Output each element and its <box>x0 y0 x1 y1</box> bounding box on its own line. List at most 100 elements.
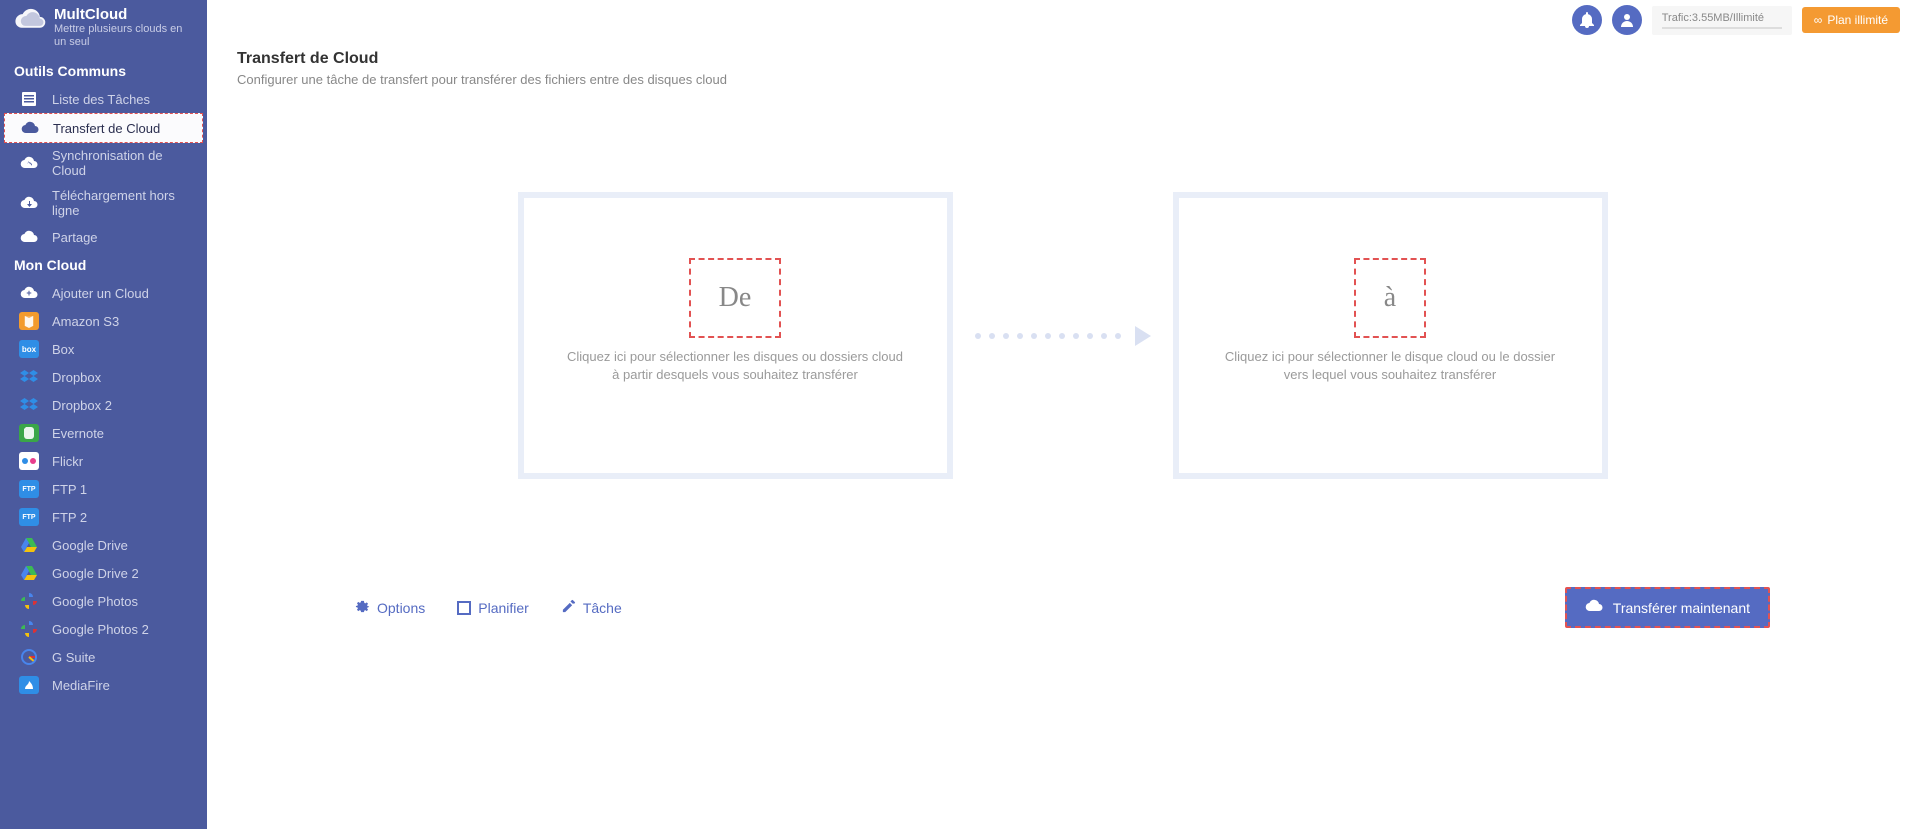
sidebar-item-label: Ajouter un Cloud <box>52 286 149 301</box>
sidebar-item-evernote[interactable]: Evernote <box>0 419 207 447</box>
sidebar-item-label: FTP 2 <box>52 510 87 525</box>
unlimited-plan-button[interactable]: ∞ Plan illimité <box>1802 7 1900 33</box>
sidebar-item-label: MediaFire <box>52 678 110 693</box>
cloud-transfer-icon <box>19 119 41 137</box>
sidebar-item-label: Evernote <box>52 426 104 441</box>
ftp-icon: FTP <box>18 480 40 498</box>
dropbox-icon <box>18 396 40 414</box>
sidebar-item-share[interactable]: Partage <box>0 223 207 251</box>
google-photos-icon <box>18 592 40 610</box>
traffic-bar <box>1662 27 1782 29</box>
sidebar-item-label: Google Photos 2 <box>52 622 149 637</box>
mediafire-icon <box>18 676 40 694</box>
share-icon <box>18 228 40 246</box>
sidebar-item-offline-download[interactable]: Téléchargement hors ligne <box>0 183 207 223</box>
sidebar-item-label: G Suite <box>52 650 95 665</box>
section-my-cloud: Mon Cloud <box>0 251 207 279</box>
traffic-indicator[interactable]: Trafic:3.55MB/Illimité <box>1652 6 1792 35</box>
brand-title: MultCloud <box>54 6 184 23</box>
google-photos-icon <box>18 620 40 638</box>
sidebar-item-dropbox[interactable]: Dropbox <box>0 363 207 391</box>
box-icon: box <box>18 340 40 358</box>
sidebar-item-google-drive-2[interactable]: Google Drive 2 <box>0 559 207 587</box>
transfer-arrow <box>953 326 1173 346</box>
ftp-icon: FTP <box>18 508 40 526</box>
sidebar-item-flickr[interactable]: Flickr <box>0 447 207 475</box>
page-title: Transfert de Cloud <box>237 50 1888 68</box>
sidebar-item-label: Flickr <box>52 454 83 469</box>
sidebar-item-label: Téléchargement hors ligne <box>52 188 195 218</box>
sidebar-item-cloud-sync[interactable]: Synchronisation de Cloud <box>0 143 207 183</box>
schedule-label: Planifier <box>478 600 529 616</box>
list-icon <box>18 90 40 108</box>
dropbox-icon <box>18 368 40 386</box>
page-subtitle: Configurer une tâche de transfert pour t… <box>237 72 1888 87</box>
sidebar-item-label: Amazon S3 <box>52 314 119 329</box>
sidebar-item-add-cloud[interactable]: + Ajouter un Cloud <box>0 279 207 307</box>
sidebar-item-box[interactable]: box Box <box>0 335 207 363</box>
sidebar-item-label: Box <box>52 342 74 357</box>
task-link[interactable]: Tâche <box>561 599 622 617</box>
sidebar-item-amazon-s3[interactable]: Amazon S3 <box>0 307 207 335</box>
traffic-text: Trafic:3.55MB/Illimité <box>1662 12 1764 24</box>
sidebar-item-label: Dropbox 2 <box>52 398 112 413</box>
dest-slot[interactable]: à Cliquez ici pour sélectionner le disqu… <box>1179 198 1602 473</box>
account-icon[interactable] <box>1612 5 1642 35</box>
brand[interactable]: MultCloud Mettre plusieurs clouds en un … <box>0 4 207 57</box>
topbar: Trafic:3.55MB/Illimité ∞ Plan illimité <box>207 0 1918 40</box>
dest-slot-wrap: à Cliquez ici pour sélectionner le disqu… <box>1173 192 1608 479</box>
sidebar-item-label: Google Drive <box>52 538 128 553</box>
sidebar-item-g-suite[interactable]: G Suite <box>0 643 207 671</box>
main: Trafic:3.55MB/Illimité ∞ Plan illimité T… <box>207 0 1918 829</box>
transfer-now-button[interactable]: Transférer maintenant <box>1565 587 1770 628</box>
google-drive-icon <box>18 536 40 554</box>
sidebar-item-cloud-transfer[interactable]: Transfert de Cloud <box>4 113 203 143</box>
sidebar: MultCloud Mettre plusieurs clouds en un … <box>0 0 207 829</box>
sidebar-item-google-photos-2[interactable]: Google Photos 2 <box>0 615 207 643</box>
options-link[interactable]: Options <box>355 599 425 617</box>
options-label: Options <box>377 600 425 616</box>
g-suite-icon <box>18 648 40 666</box>
dest-desc: Cliquez ici pour sélectionner le disque … <box>1220 348 1560 383</box>
transfer-row: De Cliquez ici pour sélectionner les dis… <box>237 192 1888 479</box>
add-cloud-icon: + <box>18 284 40 302</box>
source-desc: Cliquez ici pour sélectionner les disque… <box>565 348 905 383</box>
sidebar-item-ftp-1[interactable]: FTP FTP 1 <box>0 475 207 503</box>
edit-icon <box>561 599 576 617</box>
dest-label: à <box>1354 258 1426 338</box>
svg-text:+: + <box>26 288 31 298</box>
brand-subtitle: Mettre plusieurs clouds en un seul <box>54 23 184 49</box>
arrow-right-icon <box>1135 326 1151 346</box>
sidebar-item-dropbox-2[interactable]: Dropbox 2 <box>0 391 207 419</box>
notifications-icon[interactable] <box>1572 5 1602 35</box>
sidebar-item-google-drive[interactable]: Google Drive <box>0 531 207 559</box>
cloud-sync-icon <box>18 154 40 172</box>
task-label: Tâche <box>583 600 622 616</box>
actions-row: Options Planifier Tâche Transférer maint… <box>237 587 1888 628</box>
sidebar-item-label: Google Photos <box>52 594 138 609</box>
sidebar-item-label: FTP 1 <box>52 482 87 497</box>
sidebar-item-label: Liste des Tâches <box>52 92 150 107</box>
plan-button-label: Plan illimité <box>1827 13 1888 27</box>
evernote-icon <box>18 424 40 442</box>
cloud-download-icon <box>18 194 40 212</box>
section-common-tools: Outils Communs <box>0 57 207 85</box>
logo-icon <box>10 6 48 34</box>
source-label: De <box>689 258 782 338</box>
flickr-icon <box>18 452 40 470</box>
sidebar-item-label: Synchronisation de Cloud <box>52 148 195 178</box>
schedule-link[interactable]: Planifier <box>457 599 529 617</box>
source-slot-wrap: De Cliquez ici pour sélectionner les dis… <box>518 192 953 479</box>
sidebar-item-google-photos[interactable]: Google Photos <box>0 587 207 615</box>
cloud-icon <box>1585 599 1603 616</box>
source-slot[interactable]: De Cliquez ici pour sélectionner les dis… <box>524 198 947 473</box>
sidebar-item-mediafire[interactable]: MediaFire <box>0 671 207 699</box>
checkbox-outline-icon <box>457 601 471 615</box>
sidebar-item-ftp-2[interactable]: FTP FTP 2 <box>0 503 207 531</box>
gear-icon <box>355 599 370 617</box>
sidebar-item-label: Transfert de Cloud <box>53 121 160 136</box>
infinity-icon: ∞ <box>1814 13 1823 27</box>
sidebar-item-label: Dropbox <box>52 370 101 385</box>
sidebar-item-task-list[interactable]: Liste des Tâches <box>0 85 207 113</box>
sidebar-item-label: Google Drive 2 <box>52 566 139 581</box>
